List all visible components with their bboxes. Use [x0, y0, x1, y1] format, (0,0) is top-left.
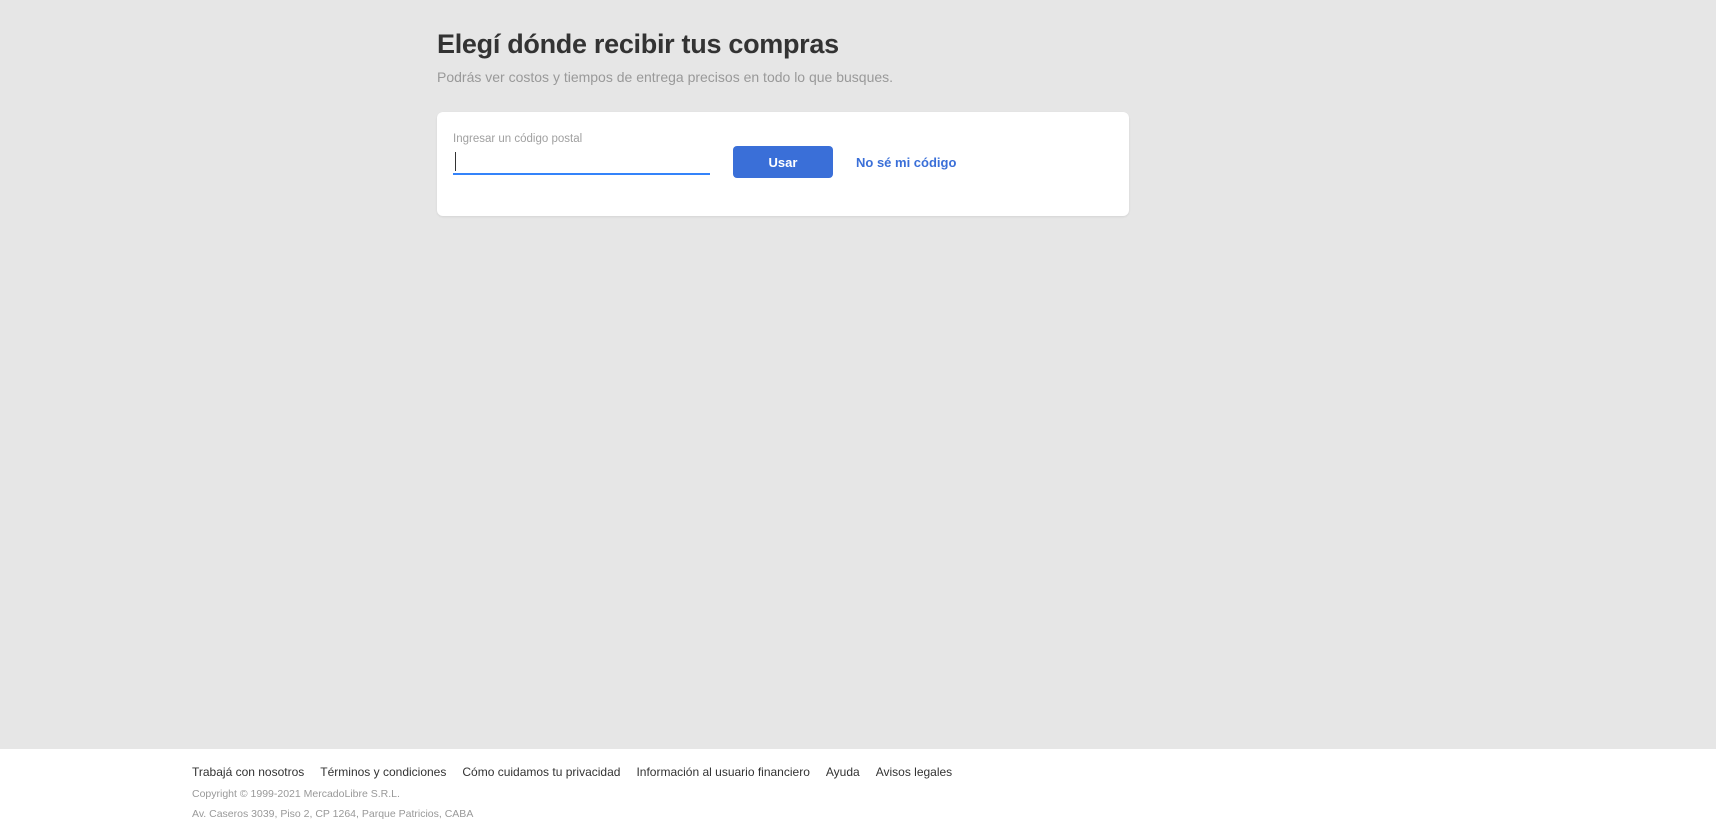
copyright-text: Copyright © 1999-2021 MercadoLibre S.R.L… — [192, 788, 400, 800]
page-title: Elegí dónde recibir tus compras — [437, 29, 839, 59]
use-button[interactable]: Usar — [733, 146, 833, 178]
unknown-code-link[interactable]: No sé mi código — [856, 155, 956, 170]
address-text: Av. Caseros 3039, Piso 2, CP 1264, Parqu… — [192, 808, 474, 820]
postal-code-input[interactable] — [453, 149, 710, 175]
postal-code-label: Ingresar un código postal — [453, 133, 583, 145]
footer-link-terms[interactable]: Términos y condiciones — [320, 765, 446, 779]
footer-link-help[interactable]: Ayuda — [826, 765, 860, 779]
footer-link-financial-info[interactable]: Información al usuario financiero — [636, 765, 809, 779]
page-subtitle: Podrás ver costos y tiempos de entrega p… — [437, 69, 894, 85]
footer-link-legal[interactable]: Avisos legales — [876, 765, 953, 779]
footer-links: Trabajá con nosotros Términos y condicio… — [192, 765, 952, 779]
postal-code-field: Ingresar un código postal — [453, 132, 710, 175]
footer: Trabajá con nosotros Términos y condicio… — [0, 749, 1716, 826]
main-area: Elegí dónde recibir tus compras Podrás v… — [0, 0, 1716, 749]
footer-link-careers[interactable]: Trabajá con nosotros — [192, 765, 304, 779]
postal-code-card: Ingresar un código postal Usar No sé mi … — [437, 112, 1129, 216]
postal-code-section: Elegí dónde recibir tus compras Podrás v… — [437, 26, 1129, 216]
footer-link-privacy[interactable]: Cómo cuidamos tu privacidad — [462, 765, 620, 779]
text-cursor — [455, 152, 456, 171]
